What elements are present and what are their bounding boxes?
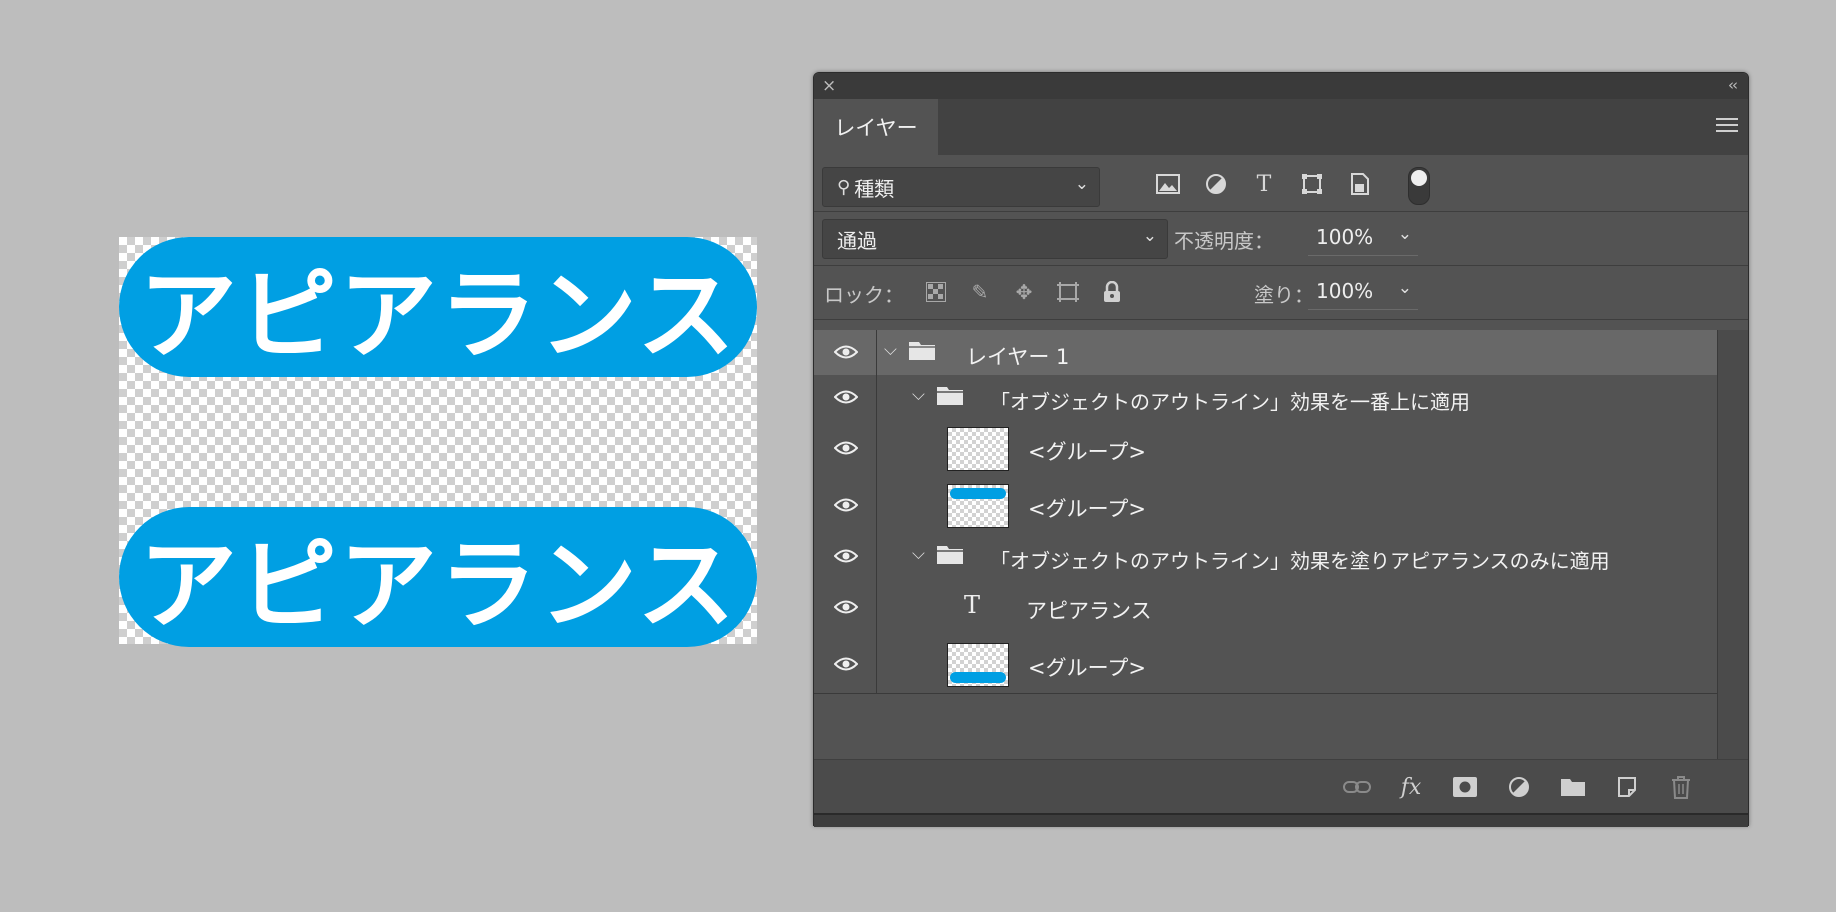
smartobject-filter-icon[interactable]	[1336, 169, 1384, 199]
trash-icon[interactable]	[1654, 770, 1708, 804]
collapse-icon[interactable]: ‹‹	[1728, 76, 1738, 94]
panel-menu-icon[interactable]	[1716, 118, 1738, 136]
layer-thumbnail	[947, 643, 1009, 687]
tab-label: レイヤー	[834, 116, 918, 140]
opacity-label: 不透明度：	[1174, 229, 1274, 253]
layer-name: 「オブジェクトのアウトライン」効果を塗りアピアランスのみに適用	[990, 549, 1610, 573]
layer-name: <グループ>	[1028, 497, 1146, 521]
tab-layers[interactable]: レイヤー	[814, 99, 938, 155]
folder-icon[interactable]	[1546, 770, 1600, 804]
layer-name: レイヤー 1	[966, 345, 1070, 369]
fx-icon[interactable]: fx	[1384, 770, 1438, 804]
lock-label: ロック：	[824, 283, 904, 307]
lock-all-icon[interactable]	[1090, 277, 1134, 307]
folder-icon	[937, 387, 963, 405]
eye-icon[interactable]	[834, 390, 858, 404]
pill-text: アピアランス	[138, 529, 738, 643]
type-layer-icon: T	[964, 591, 981, 619]
opacity-field[interactable]: 100% ⌄	[1308, 219, 1418, 256]
image-filter-icon[interactable]	[1144, 169, 1192, 199]
folder-icon	[909, 342, 935, 360]
tab-bar: レイヤー	[814, 99, 1748, 155]
chevron-down-icon[interactable]: ⌄	[1398, 224, 1412, 244]
layer-thumbnail	[947, 484, 1009, 528]
blend-mode-value: 通過	[837, 228, 877, 253]
layer-row[interactable]: <グループ>	[814, 636, 1717, 694]
layer-thumbnail	[947, 427, 1009, 471]
layers-panel: × ‹‹ レイヤー ⚲ 種類 ⌄ T 通過 ⌄ 不透明度： 100% ⌄ ロック…	[813, 72, 1749, 827]
expand-chevron-icon[interactable]: ⌵	[912, 544, 925, 564]
lock-transparent-icon[interactable]	[914, 277, 958, 307]
lock-artboard-icon[interactable]	[1046, 277, 1090, 307]
expand-chevron-icon[interactable]: ⌵	[912, 385, 925, 405]
fill-field[interactable]: 100% ⌄	[1308, 273, 1418, 310]
layer-row[interactable]: ⌵ レイヤー 1	[814, 330, 1717, 376]
layer-list-scrollbar[interactable]	[1717, 330, 1748, 759]
layer-name: <グループ>	[1028, 656, 1146, 680]
close-icon[interactable]: ×	[822, 76, 836, 96]
chevron-down-icon[interactable]: ⌄	[1398, 278, 1412, 298]
panel-titlebar: × ‹‹	[814, 73, 1748, 99]
folder-icon	[937, 546, 963, 564]
new-layer-icon[interactable]	[1600, 770, 1654, 804]
canvas-artwork: アピアランス アピアランス	[119, 237, 757, 647]
chevron-down-icon: ⌄	[1074, 174, 1089, 194]
eye-icon[interactable]	[834, 600, 858, 614]
fill-value: 100%	[1316, 279, 1374, 303]
appearance-pill-top: アピアランス	[119, 237, 757, 377]
appearance-pill-bottom: アピアランス	[119, 507, 757, 647]
opacity-value: 100%	[1316, 225, 1374, 249]
eye-icon[interactable]	[834, 498, 858, 512]
layer-row[interactable]: ⌵ 「オブジェクトのアウトライン」効果を塗りアピアランスのみに適用	[814, 534, 1717, 580]
layer-row[interactable]: ⌵ 「オブジェクトのアウトライン」効果を一番上に適用	[814, 375, 1717, 421]
filter-row: ⚲ 種類 ⌄ T	[814, 155, 1748, 212]
lock-row: ロック： ✎ ✥ 塗り： 100% ⌄	[814, 265, 1748, 320]
layer-row[interactable]: <グループ>	[814, 477, 1717, 535]
pill-text: アピアランス	[138, 259, 738, 373]
layer-row[interactable]: <グループ>	[814, 420, 1717, 478]
eye-icon[interactable]	[834, 441, 858, 455]
link-icon[interactable]	[1330, 770, 1384, 804]
adjustment-icon[interactable]	[1492, 770, 1546, 804]
layer-list: ⌵ レイヤー 1 ⌵ 「オブジェクトのアウトライン」効果を一番上に適用 <グルー…	[814, 330, 1717, 700]
filter-toggle[interactable]	[1408, 167, 1430, 205]
lock-paint-icon[interactable]: ✎	[958, 277, 1002, 307]
eye-icon[interactable]	[834, 657, 858, 671]
panel-resize-handle[interactable]	[814, 813, 1748, 827]
type-filter-icon[interactable]: T	[1240, 169, 1288, 199]
search-icon: ⚲	[837, 176, 851, 198]
layer-name: アピアランス	[1026, 599, 1152, 623]
blend-row: 通過 ⌄ 不透明度： 100% ⌄	[814, 211, 1748, 266]
chevron-down-icon: ⌄	[1142, 226, 1157, 246]
eye-icon[interactable]	[834, 345, 858, 359]
blend-mode-select[interactable]: 通過 ⌄	[822, 219, 1168, 259]
expand-chevron-icon[interactable]: ⌵	[884, 340, 897, 360]
lock-move-icon[interactable]: ✥	[1002, 277, 1046, 307]
shape-filter-icon[interactable]	[1288, 169, 1336, 199]
layer-name: <グループ>	[1028, 440, 1146, 464]
layer-name: 「オブジェクトのアウトライン」効果を一番上に適用	[990, 390, 1470, 414]
fill-label: 塗り：	[1254, 283, 1314, 307]
panel-footer: fx	[814, 759, 1748, 814]
filter-kind-value: 種類	[854, 176, 895, 201]
filter-kind-select[interactable]: ⚲ 種類 ⌄	[822, 167, 1100, 207]
adjustment-filter-icon[interactable]	[1192, 169, 1240, 199]
eye-icon[interactable]	[834, 549, 858, 563]
layer-row[interactable]: T アピアランス	[814, 579, 1717, 637]
mask-icon[interactable]	[1438, 770, 1492, 804]
